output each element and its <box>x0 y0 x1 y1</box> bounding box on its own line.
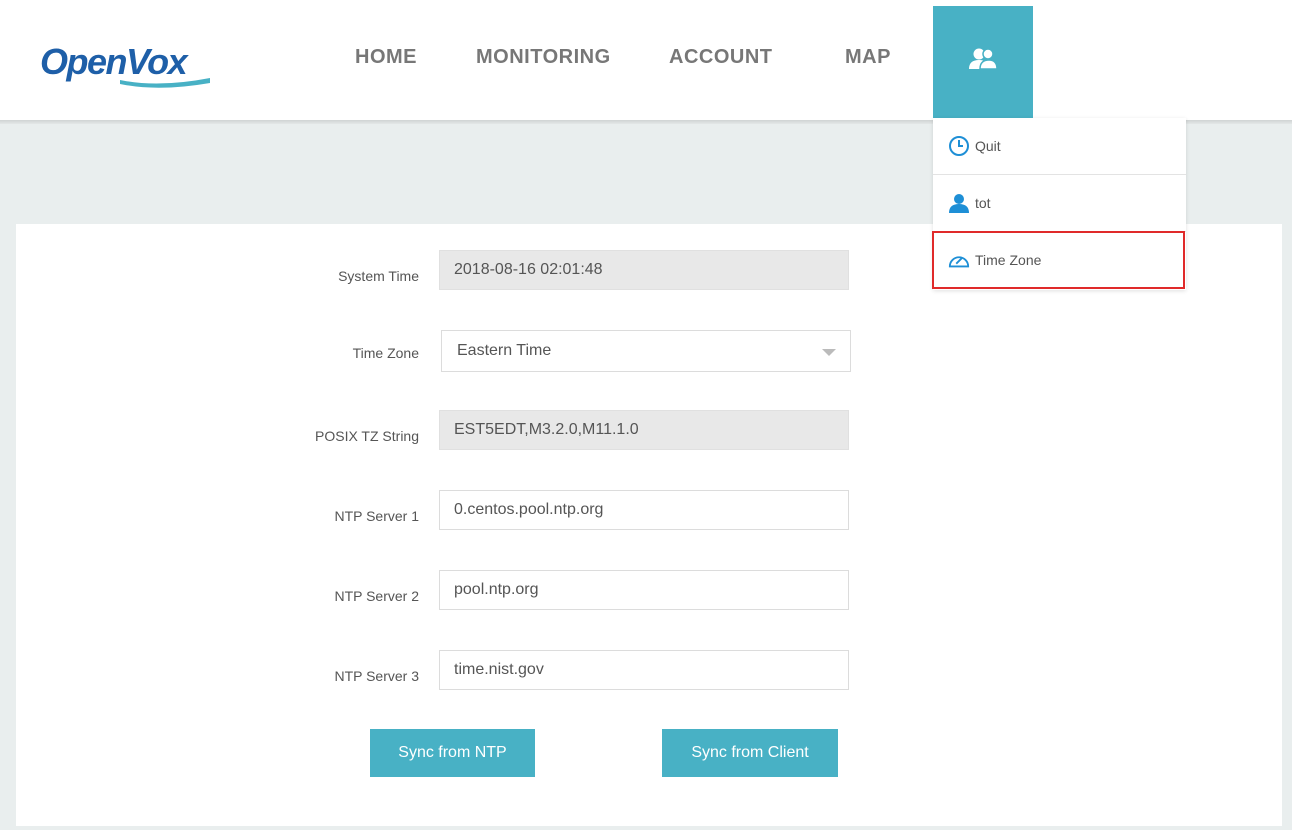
time-zone-label: Time Zone <box>352 345 419 361</box>
time-zone-selected-value: Eastern Time <box>457 342 552 359</box>
nav-account[interactable]: ACCOUNT <box>669 46 773 69</box>
ntp-server-2-input[interactable] <box>439 570 849 610</box>
top-header: OpenVox HOME MONITORING ACCOUNT MAP <box>0 0 1292 120</box>
menu-item-label: tot <box>975 195 991 211</box>
posix-tz-field: EST5EDT,M3.2.0,M11.1.0 <box>439 410 849 450</box>
openvox-logo[interactable]: OpenVox <box>38 38 213 90</box>
ntp-server-3-label: NTP Server 3 <box>334 668 419 684</box>
user-menu-button[interactable] <box>933 6 1033 120</box>
right-gutter <box>1282 224 1292 830</box>
menu-item-user[interactable]: tot <box>933 175 1186 231</box>
ntp-server-1-input[interactable] <box>439 490 849 530</box>
time-zone-highlight-box <box>932 231 1185 289</box>
system-time-label: System Time <box>338 268 419 284</box>
clock-icon <box>948 135 970 157</box>
system-time-field: 2018-08-16 02:01:48 <box>439 250 849 290</box>
nav-map[interactable]: MAP <box>845 46 891 69</box>
menu-item-quit[interactable]: Quit <box>933 118 1186 174</box>
ntp-server-2-label: NTP Server 2 <box>334 588 419 604</box>
user-icon <box>948 192 970 214</box>
ntp-server-1-label: NTP Server 1 <box>334 508 419 524</box>
chevron-down-icon <box>822 349 836 356</box>
bottom-gutter <box>0 826 1292 830</box>
ntp-server-3-input[interactable] <box>439 650 849 690</box>
nav-monitoring[interactable]: MONITORING <box>476 46 611 69</box>
sync-from-client-button[interactable]: Sync from Client <box>662 729 838 777</box>
sync-from-ntp-button[interactable]: Sync from NTP <box>370 729 535 777</box>
svg-text:OpenVox: OpenVox <box>40 41 190 82</box>
nav-home[interactable]: HOME <box>355 46 417 69</box>
menu-item-label: Quit <box>975 138 1001 154</box>
left-gutter <box>0 224 16 830</box>
time-zone-select[interactable]: Eastern Time <box>441 330 851 372</box>
users-icon <box>969 48 998 70</box>
posix-tz-label: POSIX TZ String <box>315 428 419 444</box>
